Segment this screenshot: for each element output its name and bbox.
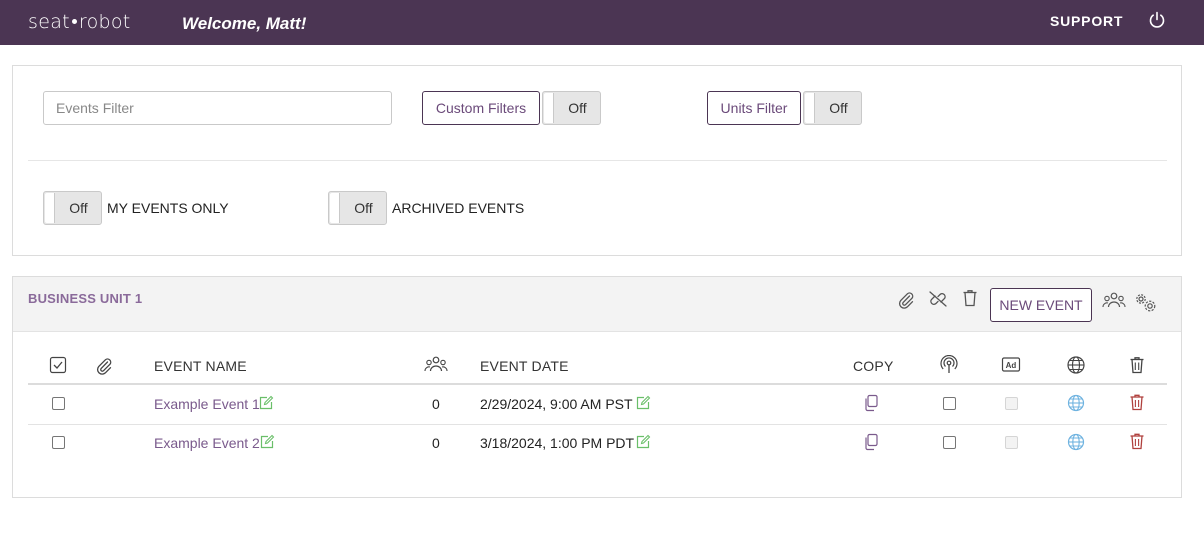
events-filter-input[interactable]	[43, 91, 392, 125]
copy-icon[interactable]	[862, 394, 880, 412]
edit-name-icon[interactable]	[259, 434, 275, 450]
delete-trash-icon[interactable]	[1128, 432, 1146, 450]
custom-filters-button[interactable]: Custom Filters	[422, 91, 540, 125]
delete-column-icon	[1127, 355, 1147, 375]
toggle-state: Off	[354, 200, 373, 216]
copy-column-header: COPY	[853, 358, 894, 374]
business-unit-header: BUSINESS UNIT 1 NEW EVENT	[13, 277, 1181, 332]
units-filter-button[interactable]: Units Filter	[707, 91, 801, 125]
support-link[interactable]: SUPPORT	[1050, 13, 1123, 29]
event-name-link[interactable]: Example Event 1	[154, 396, 260, 412]
edit-name-icon[interactable]	[258, 395, 274, 411]
event-date-column-header[interactable]: EVENT DATE	[480, 358, 569, 374]
toggle-knob	[544, 93, 554, 123]
svg-text:Ad: Ad	[1006, 361, 1017, 370]
row-checkbox[interactable]	[52, 397, 65, 410]
table-header-divider	[28, 383, 1167, 385]
edit-date-icon[interactable]	[635, 434, 651, 450]
logo-text-left: seat	[28, 11, 70, 33]
filter-panel: Custom Filters Off Units Filter Off Off …	[12, 65, 1182, 256]
logo-text-right: robot	[78, 11, 131, 33]
toggle-knob	[330, 193, 340, 223]
select-all-checkbox-icon[interactable]	[49, 356, 67, 374]
business-unit-title: BUSINESS UNIT 1	[28, 291, 143, 306]
units-filter-toggle[interactable]: Off	[803, 91, 862, 125]
seatrobot-logo[interactable]: seat robot	[28, 11, 131, 33]
event-name-link[interactable]: Example Event 2	[154, 435, 260, 451]
archived-events-toggle[interactable]: Off	[328, 191, 387, 225]
paperclip-icon[interactable]	[896, 290, 916, 310]
toggle-state: Off	[69, 200, 88, 216]
ad-checkbox	[1005, 436, 1018, 449]
globe-column-icon	[1066, 355, 1086, 375]
my-events-toggle[interactable]: Off	[43, 191, 102, 225]
top-navigation-bar: seat robot Welcome, Matt! SUPPORT	[0, 0, 1204, 45]
ad-checkbox	[1005, 397, 1018, 410]
settings-gears-icon[interactable]	[1134, 293, 1158, 313]
broadcast-column-icon	[939, 355, 959, 375]
business-unit-panel: BUSINESS UNIT 1 NEW EVENT EVENT NAME EVE…	[12, 276, 1182, 498]
welcome-message: Welcome, Matt!	[182, 14, 307, 33]
event-date: 2/29/2024, 9:00 AM PST	[480, 396, 633, 412]
trash-icon[interactable]	[960, 288, 980, 308]
edit-date-icon[interactable]	[635, 395, 651, 411]
attachment-column-icon	[94, 356, 114, 376]
toggle-knob	[805, 93, 815, 123]
archived-events-label: ARCHIVED EVENTS	[392, 200, 525, 216]
unlink-icon[interactable]	[926, 289, 950, 309]
toggle-knob	[45, 193, 55, 223]
event-date: 3/18/2024, 1:00 PM PDT	[480, 435, 635, 451]
custom-filters-toggle[interactable]: Off	[542, 91, 601, 125]
new-event-button[interactable]: NEW EVENT	[990, 288, 1092, 322]
my-events-label: MY EVENTS ONLY	[107, 200, 229, 216]
logo-dot	[71, 18, 77, 24]
ad-column-icon: Ad	[1001, 355, 1021, 375]
toggle-state: Off	[829, 100, 848, 116]
copy-icon[interactable]	[862, 433, 880, 451]
attendee-count: 0	[432, 435, 440, 451]
filter-divider	[28, 160, 1167, 161]
users-icon[interactable]	[1102, 291, 1126, 311]
toggle-state: Off	[568, 100, 587, 116]
broadcast-checkbox[interactable]	[943, 436, 956, 449]
attendees-column-icon	[424, 355, 448, 375]
attendee-count: 0	[432, 396, 440, 412]
delete-trash-icon[interactable]	[1128, 393, 1146, 411]
row-checkbox[interactable]	[52, 436, 65, 449]
row-divider	[28, 424, 1167, 425]
globe-icon[interactable]	[1067, 433, 1085, 451]
globe-icon[interactable]	[1067, 394, 1085, 412]
broadcast-checkbox[interactable]	[943, 397, 956, 410]
event-name-column-header[interactable]: EVENT NAME	[154, 358, 247, 374]
power-icon[interactable]	[1148, 11, 1166, 29]
